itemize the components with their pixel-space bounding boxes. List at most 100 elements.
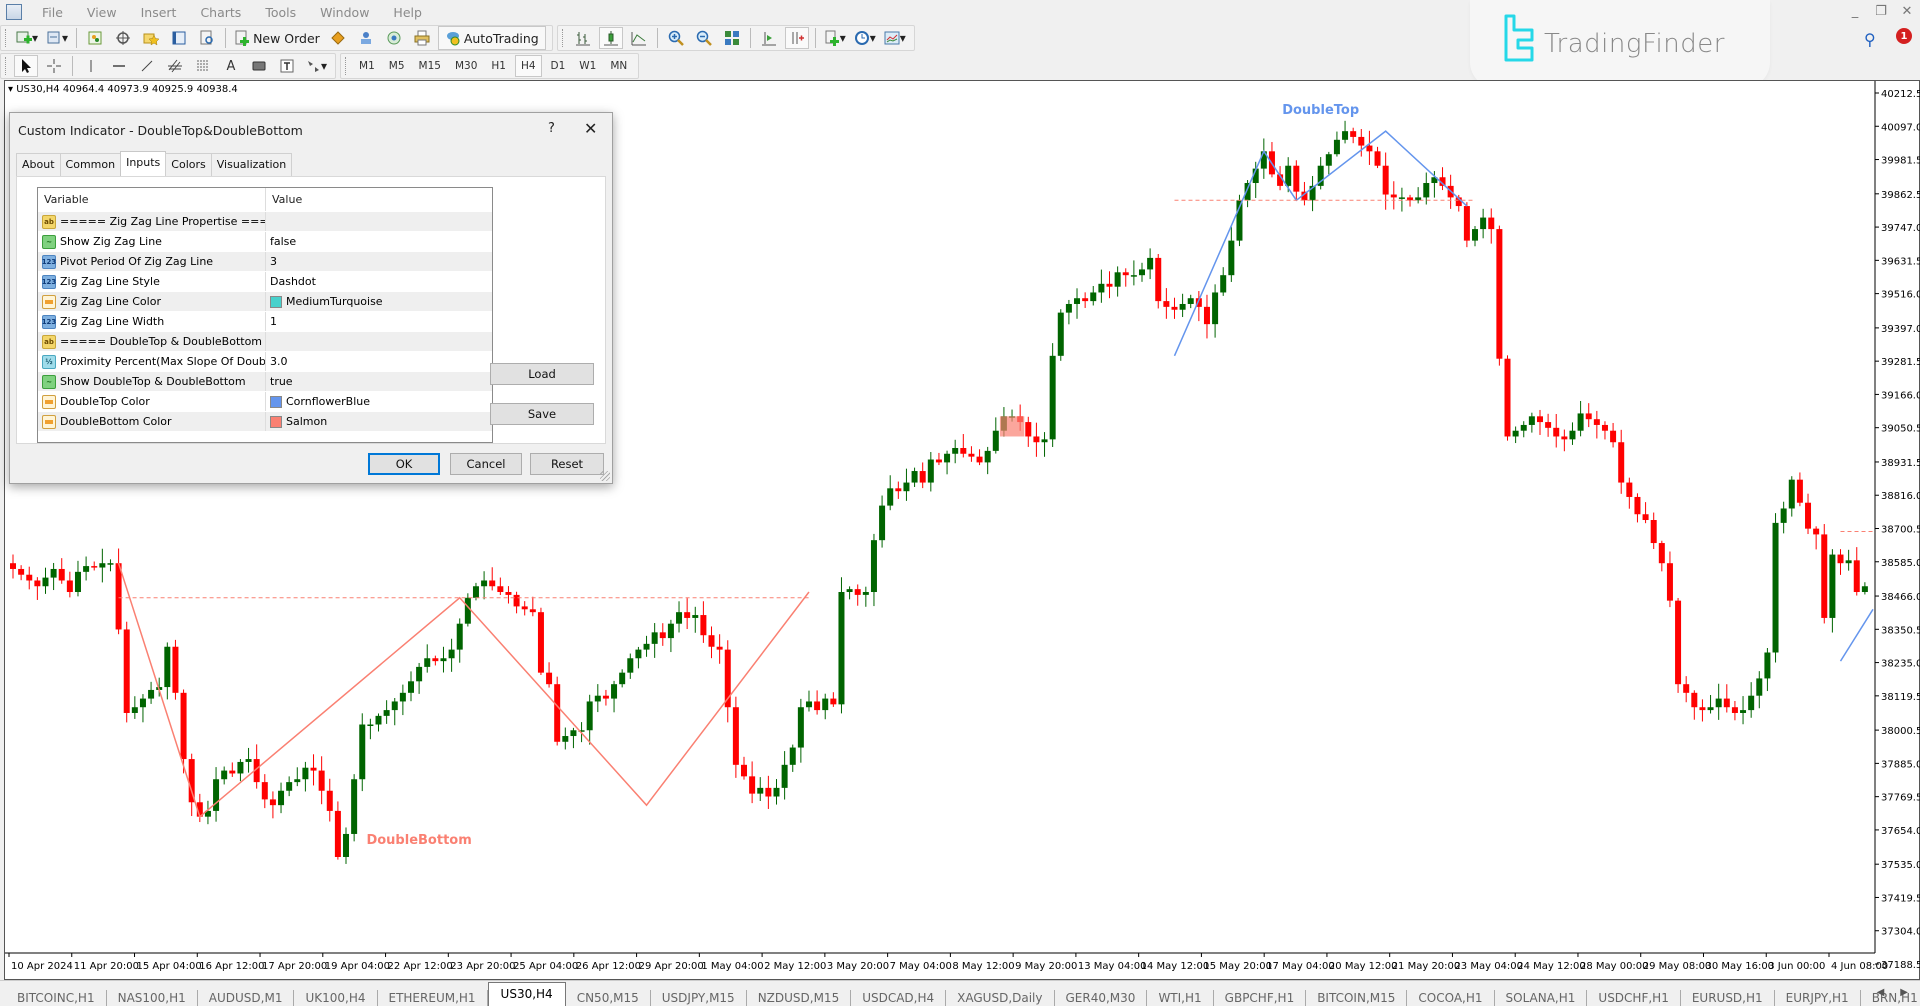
periods-button[interactable]: ▾ [852,27,878,49]
text-label-button[interactable] [275,55,299,77]
input-row[interactable]: DoubleTop Color CornflowerBlue [38,392,492,412]
input-value[interactable]: CornflowerBlue [266,392,492,411]
input-row[interactable]: DoubleBottom Color Salmon [38,412,492,432]
cancel-button[interactable]: Cancel [450,453,522,475]
zoom-in-button[interactable] [664,27,688,49]
market-watch-button[interactable] [83,27,107,49]
menu-window[interactable]: Window [308,5,381,20]
auto-scroll-button[interactable] [757,27,781,49]
equidistant-channel-button[interactable] [163,55,187,77]
profiles-button[interactable]: ▾ [44,27,70,49]
templates-button[interactable]: ▾ [882,27,908,49]
tab-colors[interactable]: Colors [165,153,212,177]
tab-about[interactable]: About [16,153,61,177]
menu-charts[interactable]: Charts [188,5,253,20]
symbol-tab[interactable]: EURJPY,H1 [1775,990,1861,1006]
symbol-tab[interactable]: BITCOINC,H1 [6,990,107,1006]
symbol-tab[interactable]: USDJPY,M15 [651,990,747,1006]
input-value[interactable]: Salmon [266,412,492,431]
symbol-tab[interactable]: GBPCHF,H1 [1214,990,1307,1006]
zoom-out-button[interactable] [692,27,716,49]
resize-grip[interactable] [600,471,610,481]
signals-button[interactable] [354,27,378,49]
input-value[interactable] [266,212,492,231]
dropdown-triangle-icon[interactable]: ▾ [8,84,13,95]
toolbar-grip[interactable] [5,29,8,47]
input-value[interactable]: MediumTurquoise [266,292,492,311]
symbol-tab[interactable]: WTI,H1 [1147,990,1214,1006]
symbol-tab[interactable]: USDCHF,H1 [1587,990,1681,1006]
symbol-tab[interactable]: ETHEREUM,H1 [378,990,488,1006]
symbol-tab[interactable]: US30,H4 [487,982,566,1006]
bar-chart-button[interactable] [571,27,595,49]
timeframe-w1[interactable]: W1 [574,55,601,77]
chart-shift-button[interactable] [784,27,809,49]
close-dialog-button[interactable]: ✕ [584,119,597,138]
symbol-tab[interactable]: BITCOIN,M15 [1306,990,1408,1006]
tab-visualization[interactable]: Visualization [210,153,293,177]
minimize-button[interactable]: _ [1842,0,1868,22]
input-row[interactable]: ab ===== Zig Zag Line Propertise ===== [38,212,492,232]
load-button[interactable]: Load [490,363,594,385]
menu-file[interactable]: File [30,5,75,20]
symbol-tab[interactable]: GER40,M30 [1055,990,1148,1006]
symbol-tab[interactable]: AUDUSD,M1 [198,990,295,1006]
symbol-tab[interactable]: COCOA,H1 [1407,990,1495,1006]
tab-scroll-left-icon[interactable]: ◀ [1877,987,1885,998]
restore-button[interactable]: ❐ [1868,0,1894,22]
crosshair-button[interactable] [42,55,66,77]
text-tool-button[interactable]: A [219,55,243,77]
toolbar-grip[interactable] [5,57,8,75]
notification-badge[interactable]: 1 [1896,28,1912,44]
menu-view[interactable]: View [75,5,129,20]
input-row[interactable]: 123 Pivot Period Of Zig Zag Line 3 [38,252,492,272]
symbol-tab[interactable]: NZDUSD,M15 [747,990,852,1006]
new-chart-button[interactable]: ▾ [14,27,40,49]
input-value[interactable] [266,332,492,351]
menu-tools[interactable]: Tools [253,5,308,20]
input-value[interactable]: true [266,372,492,391]
cursor-button[interactable] [14,55,38,77]
save-button[interactable]: Save [490,403,594,425]
tab-common[interactable]: Common [59,153,122,177]
tab-scroll-right-icon[interactable]: ▶ [1900,987,1908,998]
timeframe-h1[interactable]: H1 [486,55,511,77]
indicators-button[interactable]: ▾ [822,27,848,49]
symbol-tab[interactable]: SOLANA,H1 [1495,990,1588,1006]
timeframe-m30[interactable]: M30 [450,55,482,77]
input-row[interactable]: 123 Zig Zag Line Width 1 [38,312,492,332]
rectangle-button[interactable] [247,55,271,77]
vertical-line-button[interactable] [79,55,103,77]
timeframe-mn[interactable]: MN [605,55,632,77]
timeframe-m1[interactable]: M1 [354,55,380,77]
input-row[interactable]: ½ Proximity Percent(Max Slope Of DoubleT.… [38,352,492,372]
search-icon[interactable]: ⚲ [1864,30,1876,49]
line-chart-button[interactable] [627,27,651,49]
metaeditor-button[interactable] [326,27,350,49]
new-order-button[interactable]: New Order [232,27,322,49]
market-button[interactable] [382,27,406,49]
print-button[interactable] [410,27,434,49]
input-row[interactable]: ~ Show Zig Zag Line false [38,232,492,252]
toolbar-grip[interactable] [561,29,565,47]
trendline-button[interactable] [135,55,159,77]
timeframe-m5[interactable]: M5 [384,55,410,77]
menu-help[interactable]: Help [381,5,434,20]
arrows-button[interactable]: ▾ [303,55,329,77]
input-row[interactable]: ab ===== DoubleTop & DoubleBottom Prop... [38,332,492,352]
ok-button[interactable]: OK [368,453,440,475]
terminal-button[interactable] [167,27,191,49]
candlestick-button[interactable] [598,27,623,49]
input-value[interactable]: Dashdot [266,272,492,291]
fibonacci-button[interactable] [191,55,215,77]
symbol-tab[interactable]: CN50,M15 [566,990,651,1006]
input-value[interactable]: 3.0 [266,352,492,371]
timeframe-h4[interactable]: H4 [514,55,542,77]
help-button[interactable]: ? [548,121,555,136]
symbol-tab[interactable]: UK100,H4 [294,990,378,1006]
autotrading-button[interactable]: AutoTrading [437,26,546,50]
timeframe-d1[interactable]: D1 [546,55,571,77]
toolbar-grip[interactable] [345,57,348,75]
tile-windows-button[interactable] [720,27,744,49]
input-value[interactable]: 3 [266,252,492,271]
